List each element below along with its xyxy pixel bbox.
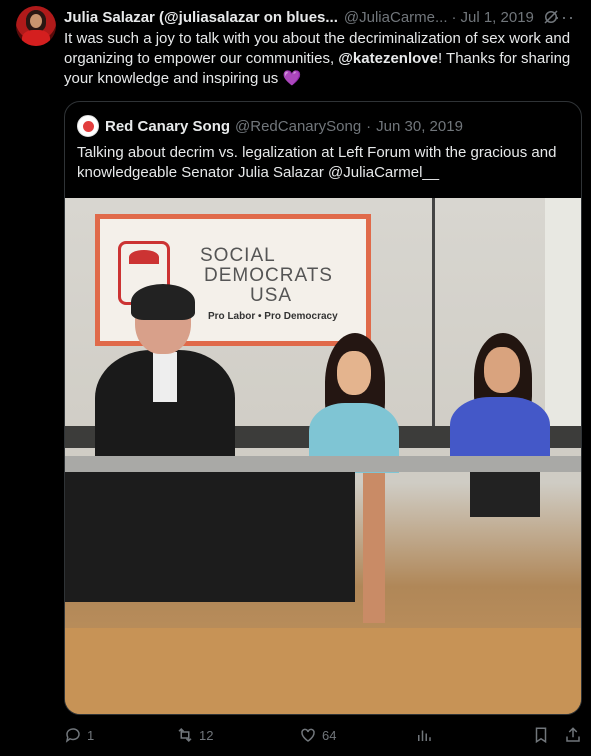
table-top (65, 456, 581, 472)
purple-heart-emoji: 💜 (282, 70, 302, 87)
reply-button[interactable]: 1 (64, 726, 94, 744)
quote-text: Talking about decrim vs. legalization at… (77, 144, 557, 181)
table-front (65, 472, 355, 602)
repost-count: 12 (199, 727, 214, 743)
bookmark-button[interactable] (532, 726, 555, 744)
quoted-tweet[interactable]: Red Canary Song @RedCanarySong · Jun 30,… (64, 101, 582, 715)
wall-cable (432, 198, 435, 448)
quote-avatar[interactable] (77, 115, 99, 137)
banner-line3: USA (250, 285, 293, 306)
bookmark-icon (535, 727, 547, 744)
quote-author-handle[interactable]: @RedCanarySong (235, 118, 361, 135)
tweet-text: It was such a joy to talk with you about… (64, 29, 574, 89)
separator-dot: · (451, 8, 457, 26)
window (545, 198, 581, 438)
share-icon (566, 727, 580, 742)
quote-header: Red Canary Song @RedCanarySong · Jun 30,… (77, 115, 463, 137)
quote-date[interactable]: Jun 30, 2019 (376, 118, 463, 135)
mention-link[interactable]: @katezenlove (338, 50, 438, 67)
tweet-date[interactable]: Jul 1, 2019 (461, 9, 534, 26)
quote-photo[interactable]: SOCIAL DEMOCRATS USA Pro Labor • Pro Dem… (65, 198, 581, 714)
repost-button[interactable]: 12 (176, 726, 213, 744)
quote-author-name[interactable]: Red Canary Song (105, 118, 230, 135)
like-count: 64 (322, 727, 337, 743)
tweet-header: Julia Salazar (@juliasalazar on blues...… (64, 7, 575, 27)
author-name[interactable]: Julia Salazar (@juliasalazar on blues... (64, 9, 338, 26)
share-button[interactable] (564, 726, 587, 744)
banner-line2: DEMOCRATS (204, 265, 333, 286)
views-button[interactable] (415, 726, 438, 744)
author-handle[interactable]: @JuliaCarme... (344, 9, 448, 26)
person-right (450, 333, 550, 533)
repost-icon (178, 727, 192, 743)
floor (65, 628, 581, 714)
more-icon[interactable]: ··· (554, 7, 575, 28)
like-icon (301, 728, 315, 742)
banner-line1: SOCIAL (200, 245, 276, 266)
author-avatar[interactable] (16, 6, 56, 46)
reply-icon (65, 728, 80, 743)
action-bar: 1 12 64 (64, 726, 582, 748)
views-icon (418, 730, 431, 741)
like-button[interactable]: 64 (299, 726, 336, 744)
quote-separator: · (366, 117, 372, 135)
reply-count: 1 (87, 727, 95, 743)
person-left (95, 284, 235, 470)
